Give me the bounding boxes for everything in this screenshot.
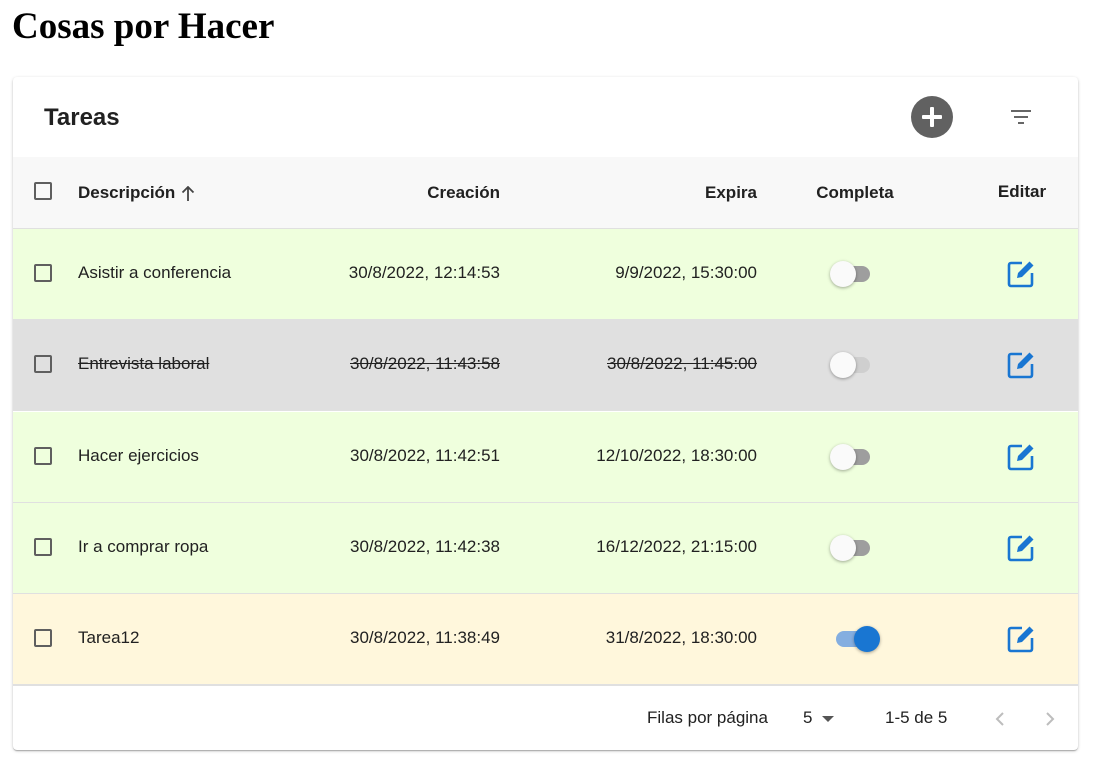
edit-icon xyxy=(1007,535,1034,562)
rows-per-page-select[interactable]: 5 xyxy=(803,706,843,730)
filter-button[interactable] xyxy=(1003,101,1039,137)
header-description[interactable]: Descripción xyxy=(78,182,195,204)
edit-task-button[interactable] xyxy=(1005,532,1037,564)
task-created: 30/8/2022, 11:42:38 xyxy=(350,537,500,556)
task-created: 30/8/2022, 12:14:53 xyxy=(348,263,500,282)
task-created: 30/8/2022, 11:38:49 xyxy=(350,628,500,647)
select-all-checkbox[interactable] xyxy=(34,182,52,200)
caret-down-icon xyxy=(822,716,834,722)
complete-toggle[interactable] xyxy=(828,625,880,652)
toggle-thumb xyxy=(830,261,856,287)
previous-page-button[interactable] xyxy=(987,706,1013,732)
complete-toggle[interactable] xyxy=(828,443,878,470)
task-description: Ir a comprar ropa xyxy=(78,537,209,556)
row-select-checkbox[interactable] xyxy=(34,538,52,556)
toggle-thumb xyxy=(830,352,856,378)
arrow-up-icon xyxy=(181,185,195,202)
table-row[interactable]: Entrevista laboral 30/8/2022, 11:43:58 30/… xyxy=(13,320,1078,411)
add-task-button[interactable] xyxy=(911,96,953,138)
task-created: 30/8/2022, 11:43:58 xyxy=(350,354,500,373)
rows-per-page-label: Filas por página xyxy=(647,708,768,727)
task-description: Asistir a conferencia xyxy=(78,263,232,282)
task-expires: 31/8/2022, 18:30:00 xyxy=(605,628,757,647)
table-title: Tareas xyxy=(44,104,120,131)
edit-icon xyxy=(1007,261,1034,288)
page-range: 1-5 de 5 xyxy=(885,708,948,727)
page-title: Cosas por Hacer xyxy=(12,6,275,47)
filter-list-icon xyxy=(1011,110,1031,112)
task-description: Tarea12 xyxy=(78,628,140,647)
edit-icon xyxy=(1007,352,1034,379)
row-select-checkbox[interactable] xyxy=(34,264,52,282)
next-page-button[interactable] xyxy=(1037,706,1063,732)
task-expires: 30/8/2022, 11:45:00 xyxy=(607,354,757,373)
task-description: Entrevista laboral xyxy=(78,354,210,373)
tasks-table-card: Tareas Descripción Creación Expira Compl… xyxy=(13,77,1078,750)
rows-per-page-value: 5 xyxy=(803,708,813,727)
table-row[interactable]: Asistir a conferencia 30/8/2022, 12:14:53… xyxy=(13,229,1078,320)
task-created: 30/8/2022, 11:42:51 xyxy=(350,446,500,465)
task-expires: 9/9/2022, 15:30:00 xyxy=(615,263,757,282)
header-created[interactable]: Creación xyxy=(320,182,500,204)
header-edit: Editar xyxy=(997,182,1047,201)
toggle-thumb xyxy=(854,626,880,652)
task-description: Hacer ejercicios xyxy=(78,446,199,465)
edit-icon xyxy=(1007,444,1034,471)
row-select-checkbox[interactable] xyxy=(34,355,52,373)
edit-task-button[interactable] xyxy=(1005,349,1037,381)
header-complete[interactable]: Completa xyxy=(795,182,915,204)
toggle-thumb xyxy=(830,444,856,470)
header-description-label: Descripción xyxy=(78,183,176,202)
toggle-thumb xyxy=(830,535,856,561)
table-pagination: Filas por página 5 1-5 de 5 xyxy=(13,685,1078,750)
edit-task-button[interactable] xyxy=(1005,258,1037,290)
table-row[interactable]: Ir a comprar ropa 30/8/2022, 11:42:38 16/1… xyxy=(13,503,1078,594)
edit-icon xyxy=(1007,626,1034,653)
chevron-right-icon xyxy=(1046,712,1055,726)
header-expires[interactable]: Expira xyxy=(577,182,757,204)
row-select-checkbox[interactable] xyxy=(34,447,52,465)
table-row[interactable]: Tarea12 30/8/2022, 11:38:49 31/8/2022, 18:… xyxy=(13,594,1078,685)
table-header-row: Descripción Creación Expira Completa Edi… xyxy=(13,157,1078,229)
edit-task-button[interactable] xyxy=(1005,441,1037,473)
table-row[interactable]: Hacer ejercicios 30/8/2022, 11:42:51 12/10… xyxy=(13,412,1078,503)
complete-toggle[interactable] xyxy=(828,351,878,378)
row-select-checkbox[interactable] xyxy=(34,629,52,647)
chevron-left-icon xyxy=(995,712,1004,726)
task-expires: 16/12/2022, 21:15:00 xyxy=(596,537,757,556)
complete-toggle[interactable] xyxy=(828,534,878,561)
table-toolbar: Tareas xyxy=(13,77,1078,157)
task-expires: 12/10/2022, 18:30:00 xyxy=(596,446,757,465)
edit-task-button[interactable] xyxy=(1005,623,1037,655)
complete-toggle[interactable] xyxy=(828,260,878,287)
